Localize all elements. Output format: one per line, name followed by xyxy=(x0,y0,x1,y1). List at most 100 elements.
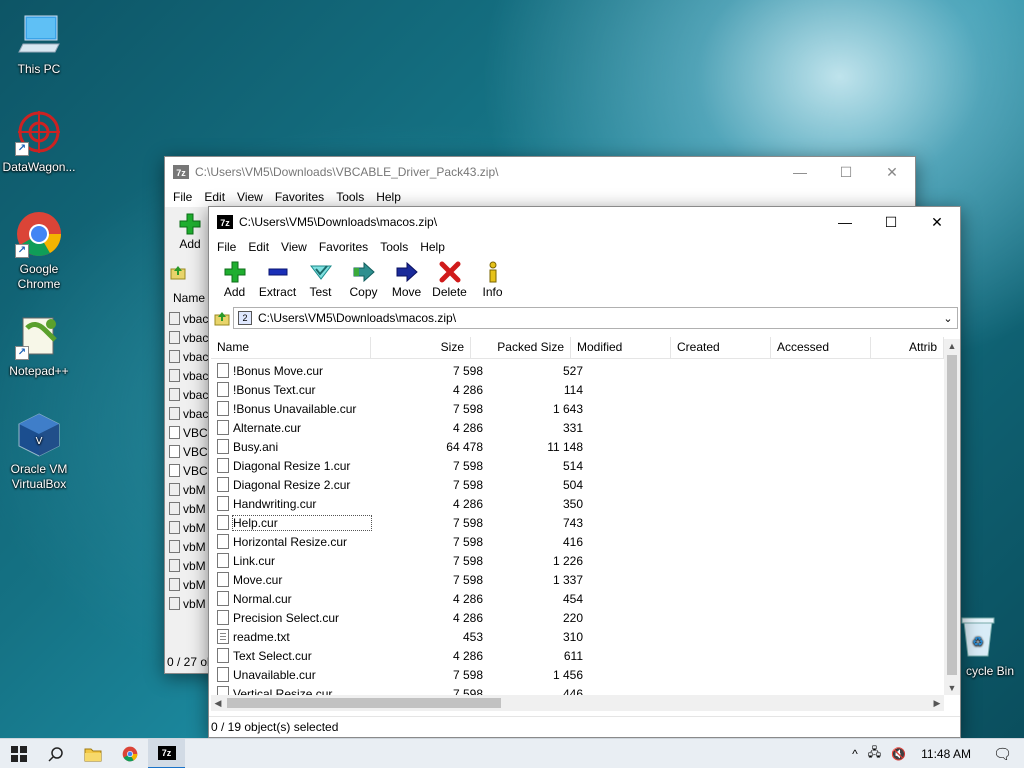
network-icon[interactable]: 🖧 xyxy=(863,743,886,764)
file-row[interactable]: Busy.ani 64 478 11 148 xyxy=(211,437,944,456)
list-item[interactable]: vbM xyxy=(169,575,211,594)
file-size: 7 598 xyxy=(452,401,483,416)
back-name-header[interactable]: Name xyxy=(173,291,205,305)
file-explorer-taskbar-button[interactable] xyxy=(74,739,111,768)
copy-button[interactable]: Copy xyxy=(342,261,385,299)
column-header-attrib[interactable]: Attrib xyxy=(871,337,944,358)
list-item[interactable]: vbM xyxy=(169,499,211,518)
front-7zip-window[interactable]: 7z C:\Users\VM5\Downloads\macos.zip\ — ☐… xyxy=(208,206,961,738)
menu-file[interactable]: File xyxy=(167,190,198,204)
front-window-titlebar[interactable]: 7z C:\Users\VM5\Downloads\macos.zip\ — ☐… xyxy=(209,207,960,237)
column-header-created[interactable]: Created xyxy=(671,337,771,358)
list-item[interactable]: vbac xyxy=(169,366,211,385)
back-window-titlebar[interactable]: 7z C:\Users\VM5\Downloads\VBCABLE_Driver… xyxy=(165,157,915,187)
test-button[interactable]: Test xyxy=(299,261,342,299)
menu-favorites[interactable]: Favorites xyxy=(269,190,330,204)
file-row[interactable]: readme.txt 453 310 xyxy=(211,627,944,646)
scroll-right-arrow-icon[interactable]: ▶ xyxy=(930,695,944,711)
menu-favorites[interactable]: Favorites xyxy=(313,240,374,254)
list-item[interactable]: VBC xyxy=(169,461,211,480)
vertical-scrollbar[interactable]: ▲ ▼ xyxy=(944,339,960,695)
chevron-down-icon[interactable]: ⌄ xyxy=(939,312,957,325)
menu-help[interactable]: Help xyxy=(370,190,407,204)
file-row[interactable]: Diagonal Resize 2.cur 7 598 504 xyxy=(211,475,944,494)
horizontal-scrollbar[interactable]: ◀ ▶ xyxy=(211,695,944,711)
windows-logo-icon xyxy=(10,745,27,762)
desktop-icon-virtualbox[interactable]: V Oracle VM VirtualBox xyxy=(1,410,77,492)
desktop-icon-notepad-plus-plus[interactable]: ↗ Notepad++ xyxy=(1,312,77,379)
clock[interactable]: 11:48 AM xyxy=(911,747,981,761)
menu-view[interactable]: View xyxy=(275,240,313,254)
list-item[interactable]: VBC xyxy=(169,442,211,461)
file-row[interactable]: Unavailable.cur 7 598 1 456 xyxy=(211,665,944,684)
file-row[interactable]: Handwriting.cur 4 286 350 xyxy=(211,494,944,513)
file-row[interactable]: Diagonal Resize 1.cur 7 598 514 xyxy=(211,456,944,475)
scroll-up-arrow-icon[interactable]: ▲ xyxy=(944,339,960,353)
add-button[interactable]: Add xyxy=(213,261,256,299)
menu-tools[interactable]: Tools xyxy=(330,190,370,204)
menu-tools[interactable]: Tools xyxy=(374,240,414,254)
menu-view[interactable]: View xyxy=(231,190,269,204)
7zip-taskbar-button[interactable]: 7z xyxy=(148,738,185,768)
notifications-icon[interactable]: 🗨 xyxy=(981,745,1024,763)
menu-file[interactable]: File xyxy=(211,240,242,254)
file-row[interactable]: Alternate.cur 4 286 331 xyxy=(211,418,944,437)
minimize-button[interactable]: — xyxy=(822,207,868,237)
column-header-accessed[interactable]: Accessed xyxy=(771,337,871,358)
list-item[interactable]: vbac xyxy=(169,347,211,366)
list-item[interactable]: VBC xyxy=(169,423,211,442)
info-button[interactable]: Info xyxy=(471,261,514,299)
scrollbar-thumb[interactable] xyxy=(227,698,501,708)
file-row[interactable]: Text Select.cur 4 286 611 xyxy=(211,646,944,665)
start-button[interactable] xyxy=(0,739,37,768)
file-row[interactable]: Move.cur 7 598 1 337 xyxy=(211,570,944,589)
close-button[interactable]: ✕ xyxy=(869,157,915,187)
address-combo[interactable]: 2 C:\Users\VM5\Downloads\macos.zip\ ⌄ xyxy=(233,307,958,329)
volume-muted-icon[interactable]: 🔇 xyxy=(886,747,911,761)
column-header-packed-size[interactable]: Packed Size xyxy=(471,337,571,358)
desktop-icon-datawagon[interactable]: ↗ DataWagon... xyxy=(1,108,77,175)
file-row[interactable]: !Bonus Move.cur 7 598 527 xyxy=(211,361,944,380)
up-button[interactable] xyxy=(211,307,233,329)
list-item[interactable]: vbac xyxy=(169,309,211,328)
chrome-taskbar-button[interactable] xyxy=(111,739,148,768)
list-item[interactable]: vbac xyxy=(169,404,211,423)
column-header-size[interactable]: Size xyxy=(371,337,471,358)
maximize-button[interactable]: ☐ xyxy=(868,207,914,237)
desktop-icon-this-pc[interactable]: This PC xyxy=(1,10,77,77)
menu-edit[interactable]: Edit xyxy=(242,240,275,254)
file-row[interactable]: Link.cur 7 598 1 226 xyxy=(211,551,944,570)
list-item[interactable]: vbac xyxy=(169,328,211,347)
list-item[interactable]: vbM xyxy=(169,518,211,537)
scrollbar-thumb[interactable] xyxy=(947,355,957,675)
back-up-button[interactable] xyxy=(169,263,187,284)
close-button[interactable]: ✕ xyxy=(914,207,960,237)
file-row[interactable]: !Bonus Text.cur 4 286 114 xyxy=(211,380,944,399)
menu-help[interactable]: Help xyxy=(414,240,451,254)
back-add-button[interactable]: Add xyxy=(169,213,211,251)
file-row[interactable]: Horizontal Resize.cur 7 598 416 xyxy=(211,532,944,551)
extract-button[interactable]: Extract xyxy=(256,261,299,299)
list-item[interactable]: vbM xyxy=(169,537,211,556)
desktop-icon-google-chrome[interactable]: ↗ Google Chrome xyxy=(1,210,77,292)
search-button[interactable] xyxy=(37,739,74,768)
file-row[interactable]: Precision Select.cur 4 286 220 xyxy=(211,608,944,627)
file-row[interactable]: Vertical Resize.cur 7 598 446 xyxy=(211,684,944,695)
file-row[interactable]: Normal.cur 4 286 454 xyxy=(211,589,944,608)
minimize-button[interactable]: — xyxy=(777,157,823,187)
show-hidden-icons-chevron-up-icon[interactable]: ^ xyxy=(847,747,863,761)
file-row[interactable]: Help.cur 7 598 743 xyxy=(211,513,944,532)
move-button[interactable]: Move xyxy=(385,261,428,299)
column-header-modified[interactable]: Modified xyxy=(571,337,671,358)
scroll-left-arrow-icon[interactable]: ◀ xyxy=(211,695,225,711)
list-item[interactable]: vbM xyxy=(169,556,211,575)
maximize-button[interactable]: ☐ xyxy=(823,157,869,187)
list-item[interactable]: vbM xyxy=(169,480,211,499)
file-row[interactable]: !Bonus Unavailable.cur 7 598 1 643 xyxy=(211,399,944,418)
list-item[interactable]: vbac xyxy=(169,385,211,404)
delete-button[interactable]: Delete xyxy=(428,261,471,299)
column-header-name[interactable]: Name xyxy=(211,337,371,358)
menu-edit[interactable]: Edit xyxy=(198,190,231,204)
list-item[interactable]: vbM xyxy=(169,594,211,613)
scroll-down-arrow-icon[interactable]: ▼ xyxy=(944,681,960,695)
